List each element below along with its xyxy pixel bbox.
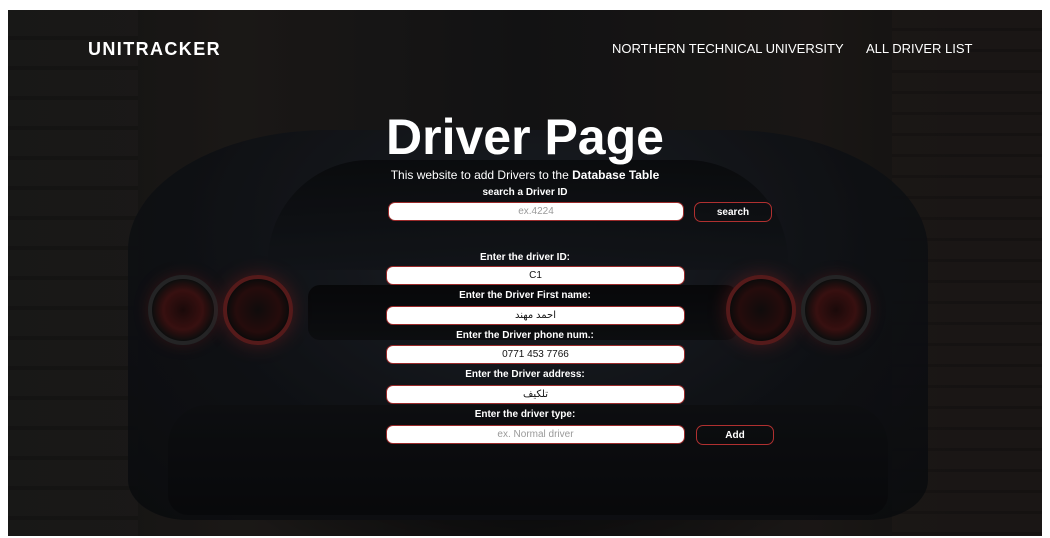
page-title: Driver Page bbox=[386, 109, 664, 165]
subtitle-emphasis: Database Table bbox=[572, 168, 660, 182]
phone-label: Enter the Driver phone num.: bbox=[456, 330, 594, 341]
first-name-label: Enter the Driver First name: bbox=[459, 290, 591, 301]
subtitle-text: This website to add Drivers to the bbox=[390, 168, 573, 182]
search-button[interactable]: search bbox=[694, 202, 772, 222]
page-subtitle: This website to add Drivers to the Datab… bbox=[8, 168, 1042, 182]
phone-input[interactable] bbox=[386, 345, 685, 364]
driver-id-label: Enter the driver ID: bbox=[479, 252, 571, 263]
nav-link-university[interactable]: NORTHERN TECHNICAL UNIVERSITY bbox=[612, 41, 844, 56]
brand-logo[interactable]: UNITRACKER bbox=[88, 39, 221, 60]
search-label: search a Driver ID bbox=[482, 187, 568, 198]
driver-type-input[interactable] bbox=[386, 425, 685, 444]
page-background: UNITRACKER NORTHERN TECHNICAL UNIVERSITY… bbox=[8, 10, 1042, 536]
driver-id-input[interactable] bbox=[386, 266, 685, 285]
search-input[interactable] bbox=[388, 202, 684, 221]
nav-link-all-driver-list[interactable]: ALL DRIVER LIST bbox=[866, 41, 972, 56]
address-label: Enter the Driver address: bbox=[465, 369, 585, 380]
driver-type-label: Enter the driver type: bbox=[474, 409, 576, 420]
first-name-input[interactable] bbox=[386, 306, 685, 325]
address-input[interactable] bbox=[386, 385, 685, 404]
add-driver-button[interactable]: Add bbox=[696, 425, 774, 445]
